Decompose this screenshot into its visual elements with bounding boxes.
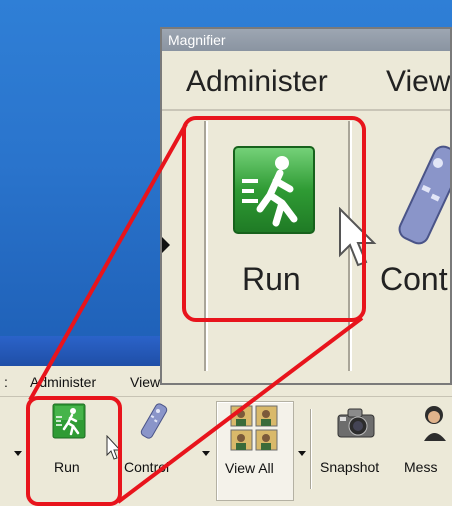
- run-button[interactable]: Run: [34, 397, 110, 505]
- toolbar-separator: [28, 409, 30, 489]
- snapshot-label: Snapshot: [320, 459, 380, 475]
- toolbar-separator: [204, 121, 208, 371]
- message-icon: [424, 406, 446, 441]
- view-all-icon: [230, 405, 278, 451]
- mouse-cursor-icon: [339, 207, 377, 267]
- run-icon: [233, 146, 315, 234]
- remote-control-icon: [398, 145, 450, 245]
- magnifier-window[interactable]: Magnifier Administer View Run Cont: [160, 27, 452, 385]
- magnified-menu-administer: Administer: [186, 65, 328, 98]
- view-all-button[interactable]: View All: [216, 401, 294, 501]
- menu-fragment: :: [4, 374, 8, 390]
- chevron-down-icon[interactable]: [298, 451, 306, 456]
- message-button[interactable]: Mess: [400, 397, 452, 505]
- mouse-cursor-icon: [106, 435, 122, 460]
- control-button[interactable]: Control: [122, 397, 198, 505]
- view-all-label: View All: [225, 460, 274, 476]
- magnified-toolbar: Run Cont: [162, 111, 450, 383]
- camera-icon: [337, 408, 375, 438]
- menu-view[interactable]: View: [130, 374, 160, 390]
- remote-control-icon: [140, 403, 168, 439]
- control-label: Control: [124, 459, 170, 475]
- run-label: Run: [54, 459, 80, 475]
- magnified-run-label: Run: [242, 261, 301, 297]
- magnified-menu-view: View: [386, 65, 451, 98]
- app-toolbar: Run Control View All Snapshot Mess: [0, 397, 452, 506]
- toolbar-separator: [310, 409, 312, 489]
- chevron-icon: [162, 237, 170, 253]
- magnified-control-label: Cont: [380, 261, 448, 297]
- chevron-down-icon[interactable]: [202, 451, 210, 456]
- run-icon: [52, 403, 86, 439]
- magnifier-title[interactable]: Magnifier: [162, 29, 450, 51]
- menu-administer[interactable]: Administer: [30, 374, 96, 390]
- chevron-down-icon[interactable]: [14, 451, 22, 456]
- message-label: Mess: [404, 459, 438, 475]
- magnifier-menu-bar: Administer View: [162, 51, 450, 111]
- snapshot-button[interactable]: Snapshot: [316, 397, 396, 505]
